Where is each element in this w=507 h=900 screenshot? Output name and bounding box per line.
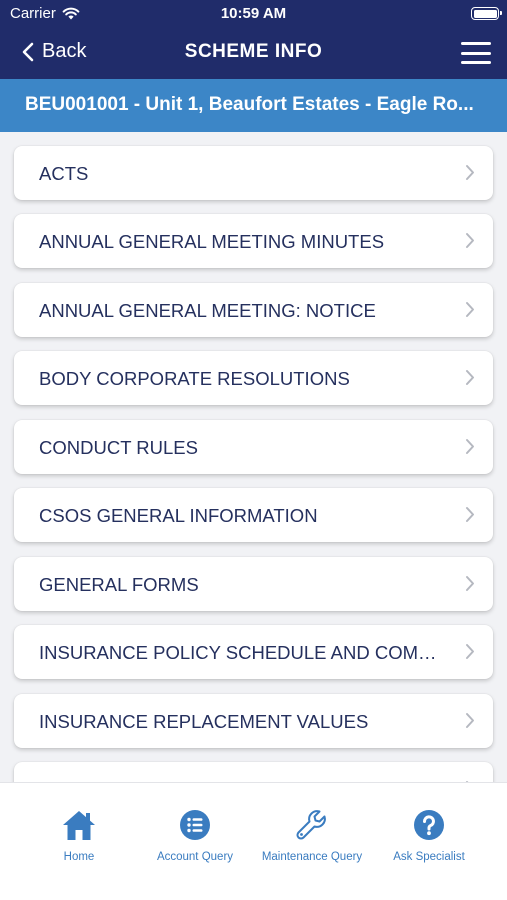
list-item-label: CSOS GENERAL INFORMATION xyxy=(39,505,318,526)
list-item[interactable]: ACTS xyxy=(14,146,493,200)
chevron-right-icon xyxy=(466,302,474,317)
list-item[interactable]: ANNUAL GENERAL MEETING: NOTICE xyxy=(14,283,493,337)
tab-ask-specialist-label: Ask Specialist xyxy=(393,851,465,863)
tab-account-query-label: Account Query xyxy=(156,851,234,863)
list-item[interactable]: CONDUCT RULES xyxy=(14,420,493,474)
wrench-icon xyxy=(296,810,326,840)
list-item-label: GENERAL FORMS xyxy=(39,574,199,595)
chevron-right-icon xyxy=(466,713,474,728)
list-item[interactable]: BODY CORPORATE RESOLUTIONS xyxy=(14,351,493,405)
tab-bar: Home Account Query Maintenance Query Ask… xyxy=(0,782,507,900)
chevron-right-icon xyxy=(466,576,474,591)
list-item[interactable]: CSOS GENERAL INFORMATION xyxy=(14,488,493,542)
tab-home[interactable]: Home xyxy=(16,807,142,863)
tab-maintenance-query-label: Maintenance Query xyxy=(261,851,363,863)
home-icon xyxy=(63,811,95,840)
list-item[interactable]: ANNUAL GENERAL MEETING MINUTES xyxy=(14,214,493,268)
help-icon xyxy=(414,810,444,840)
list-item[interactable]: INSURANCE POLICY SCHEDULE AND COMPLI... xyxy=(14,625,493,679)
tab-maintenance-query[interactable]: Maintenance Query xyxy=(249,807,375,863)
chevron-right-icon xyxy=(466,370,474,385)
chevron-right-icon xyxy=(466,507,474,522)
list-item[interactable]: GENERAL FORMS xyxy=(14,557,493,611)
scheme-banner: BEU001001 - Unit 1, Beaufort Estates - E… xyxy=(0,79,507,132)
chevron-right-icon xyxy=(466,644,474,659)
list-item-label: BODY CORPORATE RESOLUTIONS xyxy=(39,368,350,389)
page-title: SCHEME INFO xyxy=(184,41,323,62)
chevron-right-icon xyxy=(466,439,474,454)
list-item[interactable] xyxy=(14,762,493,782)
list-icon xyxy=(180,810,210,840)
list-item[interactable]: INSURANCE REPLACEMENT VALUES xyxy=(14,694,493,748)
hamburger-menu-icon[interactable] xyxy=(461,42,491,64)
navigation-bar: Back SCHEME INFO xyxy=(0,28,507,79)
chevron-right-icon xyxy=(466,165,474,180)
tab-home-label: Home xyxy=(63,851,95,863)
list-item-label: ANNUAL GENERAL MEETING MINUTES xyxy=(39,231,385,252)
list-item-label: INSURANCE POLICY SCHEDULE AND COMPLI... xyxy=(39,642,445,663)
status-time: 10:59 AM xyxy=(220,5,287,22)
document-list[interactable]: ACTS ANNUAL GENERAL MEETING MINUTES ANNU… xyxy=(0,132,507,782)
list-item-label: ACTS xyxy=(39,163,89,184)
chevron-right-icon xyxy=(466,233,474,248)
tab-ask-specialist[interactable]: Ask Specialist xyxy=(366,807,492,863)
tab-account-query[interactable]: Account Query xyxy=(132,807,258,863)
status-bar: Carrier 10:59 AM xyxy=(0,0,507,28)
list-item-label: CONDUCT RULES xyxy=(39,437,198,458)
list-item-label: INSURANCE REPLACEMENT VALUES xyxy=(39,711,369,732)
battery-icon xyxy=(471,7,502,20)
list-item-label: ANNUAL GENERAL MEETING: NOTICE xyxy=(39,300,376,321)
